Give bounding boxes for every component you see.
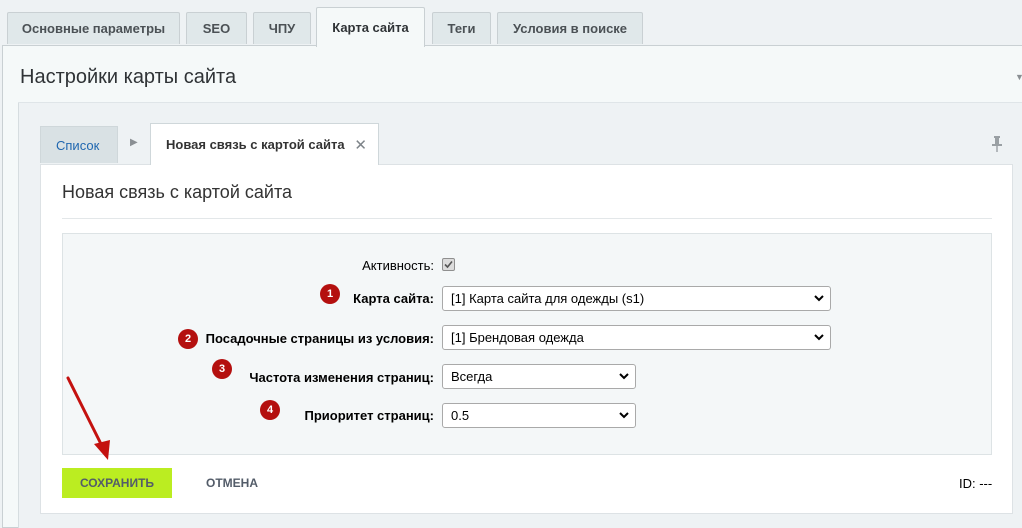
tab-search-conditions[interactable]: Условия в поиске (497, 12, 643, 44)
tab-label: Теги (447, 21, 476, 36)
annotation-arrow (66, 376, 110, 460)
top-tab-bar: Основные параметры SEO ЧПУ Карта сайта Т… (0, 0, 1022, 47)
tab-chpu[interactable]: ЧПУ (253, 12, 311, 44)
checkmark-icon (444, 260, 453, 269)
change-frequency-select[interactable]: Всегда (442, 364, 636, 389)
tab-seo[interactable]: SEO (186, 12, 247, 44)
tab-label: Основные параметры (21, 21, 166, 36)
chevron-down-icon (814, 334, 824, 341)
collapse-arrow-icon[interactable]: ▼ (1015, 72, 1022, 82)
section-title: Настройки карты сайта (20, 66, 237, 88)
sitemap-select-value: [1] Карта сайта для одежды (s1) (451, 291, 645, 306)
sitemap-label: Карта сайта: (353, 291, 434, 306)
tab-new-sitemap-link[interactable]: Новая связь с картой сайта ✕ (150, 123, 379, 165)
annotation-badge-3: 3 (212, 359, 232, 379)
landing-pages-select-value: [1] Брендовая одежда (451, 330, 584, 345)
pin-icon[interactable] (990, 135, 1004, 153)
page-priority-select[interactable]: 0.5 (442, 403, 636, 428)
activity-label: Активность: (362, 258, 434, 273)
close-icon[interactable]: ✕ (354, 136, 367, 154)
page-priority-select-value: 0.5 (451, 408, 470, 423)
tab-sitemap[interactable]: Карта сайта (316, 7, 425, 47)
tab-new-label: Новая связь с картой сайта (166, 137, 345, 152)
tab-label: Карта сайта (332, 20, 409, 35)
sitemap-select[interactable]: [1] Карта сайта для одежды (s1) (442, 286, 831, 311)
tab-separator-arrow-icon: ▶ (130, 137, 138, 148)
change-frequency-select-value: Всегда (451, 369, 493, 384)
tab-main-params[interactable]: Основные параметры (7, 12, 180, 44)
page-priority-label: Приоритет страниц: (304, 408, 435, 423)
change-frequency-label: Частота изменения страниц: (249, 370, 434, 385)
tab-label: SEO (202, 21, 231, 36)
activity-checkbox[interactable] (442, 258, 455, 271)
annotation-badge-4: 4 (260, 400, 280, 420)
save-button[interactable]: СОХРАНИТЬ (62, 468, 172, 498)
tab-list-label: Список (56, 137, 100, 153)
form-heading: Новая связь с картой сайта (62, 182, 292, 202)
chevron-down-icon (814, 295, 824, 302)
tab-list[interactable]: Список (40, 126, 118, 163)
landing-pages-select[interactable]: [1] Брендовая одежда (442, 325, 831, 350)
tab-label: ЧПУ (268, 21, 296, 36)
cancel-button[interactable]: ОТМЕНА (192, 468, 272, 498)
annotation-badge-1: 1 (320, 284, 340, 304)
divider (62, 218, 992, 219)
tab-tags[interactable]: Теги (432, 12, 491, 44)
chevron-down-icon (619, 412, 629, 419)
record-id: ID: --- (959, 476, 993, 491)
annotation-badge-2: 2 (178, 329, 198, 349)
landing-pages-label: Посадочные страницы из условия: (205, 331, 434, 346)
chevron-down-icon (619, 373, 629, 380)
tab-label: Условия в поиске (512, 21, 628, 36)
